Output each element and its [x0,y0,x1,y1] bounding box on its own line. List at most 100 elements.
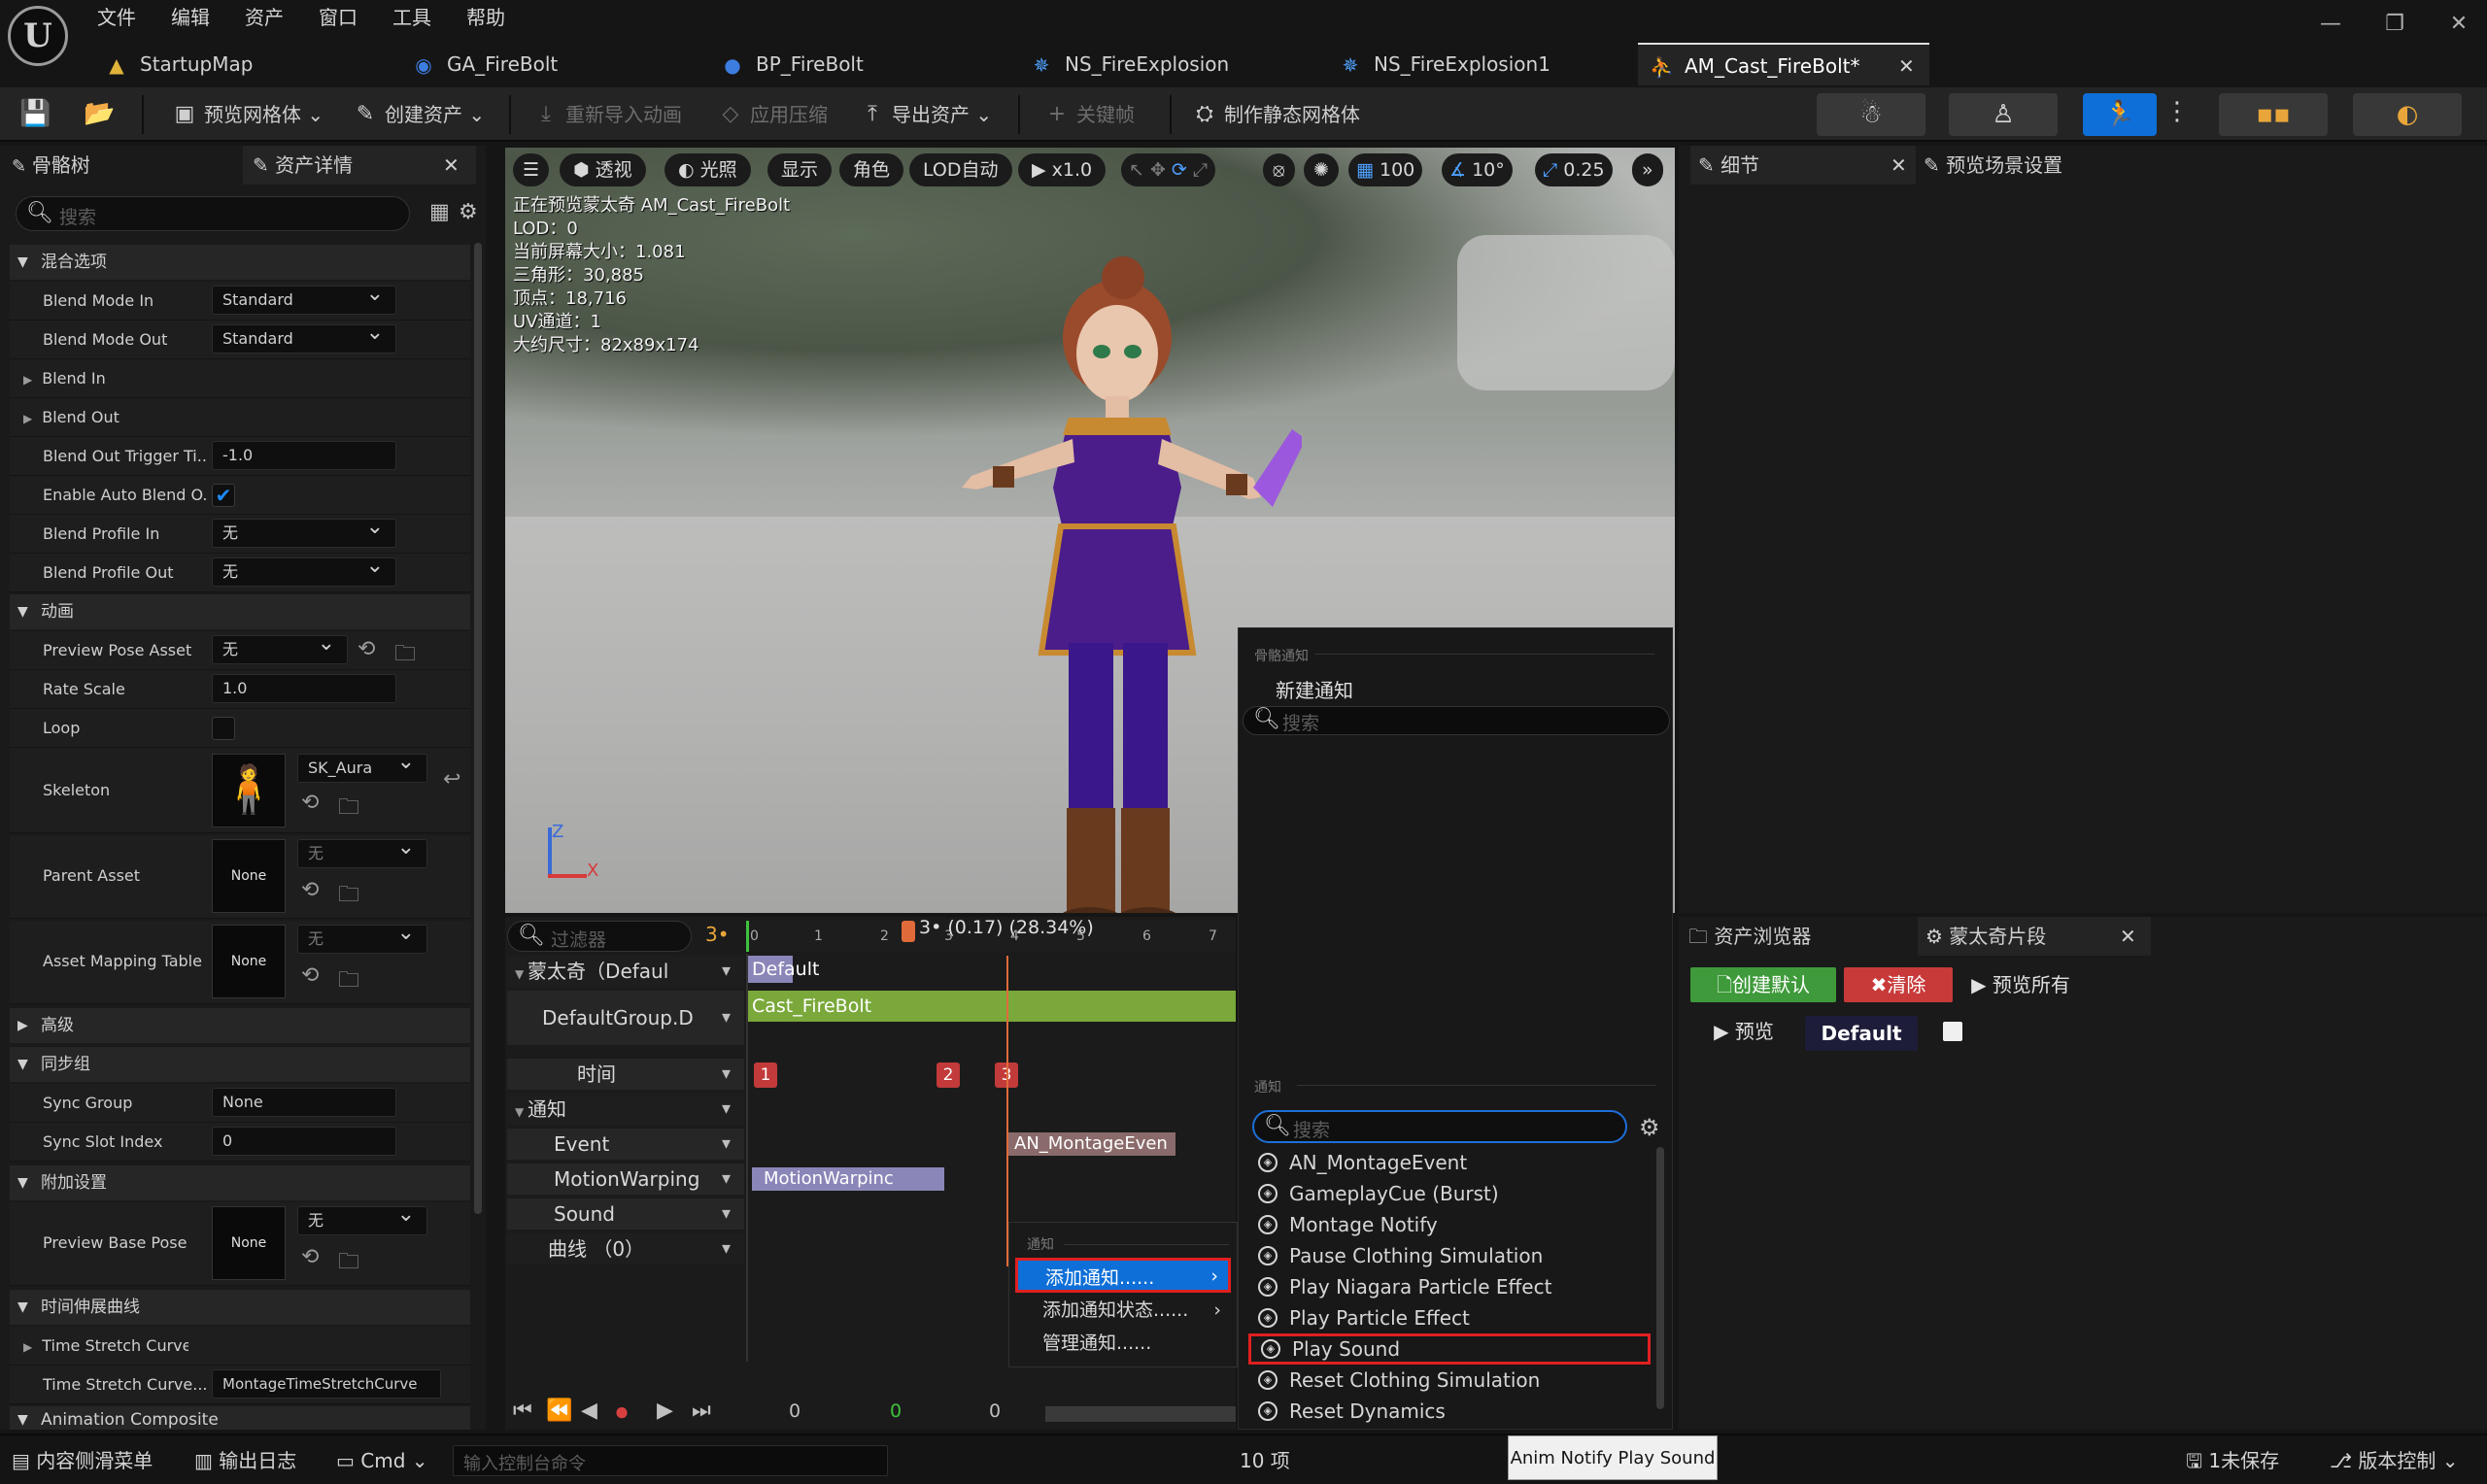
preview-pose-dropdown[interactable]: 无 [212,630,348,664]
menu-tools[interactable]: 工具 [392,0,431,35]
notify-option[interactable]: ◈ Montage Notify [1248,1209,1637,1240]
reimport-button[interactable]: ⤓ 重新导入动画 [523,95,682,134]
notify-option-play-sound[interactable]: ◈ Play Sound [1248,1333,1651,1365]
create-default-button[interactable]: 🗋创建默认 [1690,967,1836,1002]
notify-option[interactable]: ◈ Play Particle Effect [1248,1302,1637,1333]
new-notify-item[interactable]: 新建通知 [1276,675,1353,703]
character-button[interactable]: 角色 [839,153,904,186]
event-track-row[interactable]: Event [507,1129,744,1160]
more-options-icon[interactable]: ⋮ [2164,97,2190,126]
lit-button[interactable]: ◐ 光照 [664,153,751,186]
console-input[interactable]: 输入控制台命令 [453,1445,888,1476]
tab-skeleton-tree[interactable]: ✎ 骨骼树 [12,146,245,185]
surface-snap-icon[interactable]: ⦻ [1263,153,1295,186]
rate-scale-input[interactable]: 1.0 [212,674,396,703]
current-frame[interactable]: 0 [890,1400,902,1422]
blend-profile-out-dropdown[interactable]: 无 [212,553,396,587]
time-row[interactable]: 时间 [507,1059,744,1090]
category-advanced[interactable]: ▶ 高级 [10,1008,470,1043]
close-window-icon[interactable]: ✕ [2444,10,2473,39]
section-marker-1[interactable]: 1 [754,1062,777,1088]
close-panel-icon[interactable]: ✕ [1891,146,1907,185]
notify-option[interactable]: ◈ Reset Clothing Simulation [1248,1365,1637,1396]
category-additional-settings[interactable]: ▼ 附加设置 [10,1165,470,1200]
physics-mode-icon[interactable]: ◐ [2353,93,2462,136]
tab-startupmap[interactable]: ▲ StartupMap [93,43,385,85]
notify-option[interactable]: ◈ Pause Clothing Simulation [1248,1240,1637,1271]
table-view-icon[interactable]: ▦ [429,200,450,224]
cmd-dropdown[interactable]: ▭ Cmd ⌄ [336,1443,428,1478]
gear-icon[interactable]: ⚙ [459,200,478,224]
tab-ns-fireexplosion[interactable]: ✵ NS_FireExplosion [1018,43,1310,85]
tab-ga-firebolt[interactable]: ◉ GA_FireBolt [400,43,692,85]
add-notify-item[interactable]: 添加通知...... › [1015,1258,1231,1293]
category-blend-options[interactable]: ▼ 混合选项 [10,245,470,280]
slot-group-row[interactable]: DefaultGroup.D [507,991,744,1045]
parent-asset-dropdown[interactable]: 无 [297,834,427,868]
tab-montage-sections[interactable]: ⚙ 蒙太奇片段 ✕ [1918,917,2151,956]
gear-icon[interactable]: ⚙ [1639,1114,1660,1141]
notify-event[interactable]: AN_MontageEven [1006,1132,1175,1156]
motionwarping-track-row[interactable]: MotionWarping [507,1164,744,1195]
category-sync-group[interactable]: ▼ 同步组 [10,1047,470,1082]
close-panel-icon[interactable]: ✕ [443,146,460,185]
manage-notifies-item[interactable]: 管理通知...... [1015,1326,1231,1361]
menu-assets[interactable]: 资产 [245,0,284,35]
restore-icon[interactable]: ❐ [2380,10,2409,39]
output-log-button[interactable]: ▥ 输出日志 [194,1443,296,1478]
make-static-mesh-button[interactable]: ⛭ 制作静态网格体 [1181,95,1360,134]
content-drawer-button[interactable]: ▤ 内容侧滑菜单 [12,1443,153,1478]
menu-help[interactable]: 帮助 [466,0,505,35]
skeleton-notify-search[interactable]: 🔍︎ 搜索 [1243,706,1670,735]
skip-start-icon[interactable]: ⏮ [513,1399,532,1423]
skeleton-thumbnail-icon[interactable]: 🧍 [212,754,286,827]
keyframe-button[interactable]: + 关键帧 [1034,95,1135,134]
preview-all-button[interactable]: ▶ 预览所有 [1962,967,2079,1002]
record-icon[interactable]: ⏺ [616,1399,628,1426]
add-track-icon[interactable]: 3• [705,923,730,946]
blend-profile-in-dropdown[interactable]: 无 [212,514,396,548]
start-frame[interactable]: 0 [789,1400,801,1422]
blend-mode-out-dropdown[interactable]: Standard [212,320,396,354]
mesh-mode-icon[interactable]: ♙ [1949,93,2058,136]
category-animation[interactable]: ▼ 动画 [10,594,470,629]
tab-preview-scene[interactable]: ✎ 预览场景设置 [1924,146,2157,185]
montage-segment[interactable]: Cast_FireBolt [748,991,1236,1022]
timeline-filter-input[interactable]: 🔍︎ 过滤器 [507,921,692,952]
row-blend-out[interactable]: Blend Out [10,398,470,437]
details-scrollbar[interactable] [474,243,482,1214]
time-ruler[interactable]: 0 1 2 3 4 5 6 7 3• (0.17) (28.34%) [746,917,1236,952]
sound-track-row[interactable]: Sound [507,1198,744,1230]
animation-mode-icon[interactable]: 🏃 [2083,93,2157,136]
notify-option[interactable]: ◈ GameplayCue (Burst) [1248,1178,1637,1209]
viewport-menu-icon[interactable]: ☰ [513,153,550,186]
play-reverse-icon[interactable]: ◀ [581,1399,597,1423]
use-selected-icon[interactable]: ⟲ [301,1245,319,1269]
notify-option[interactable]: ◈ Reset Dynamics [1248,1396,1637,1425]
row-blend-in[interactable]: Blend In [10,359,470,398]
export-asset-button[interactable]: ⤒ 导出资产 ⌄ [849,95,992,134]
notifies-row[interactable]: ▼ 通知 [507,1094,744,1125]
slot-label[interactable]: Default [748,956,819,983]
details-search[interactable]: 🔍︎ 搜索 [16,196,410,231]
use-selected-icon[interactable]: ⟲ [301,963,319,988]
world-local-icon[interactable]: ✺ [1304,153,1339,186]
skeleton-dropdown[interactable]: SK_Aura [297,749,427,783]
blueprint-mode-icon[interactable]: ▪▪ [2219,93,2328,136]
select-tool-icon[interactable]: ↖ ✥ ⟳ ⤢ [1121,153,1216,186]
notify-option[interactable]: ◈ AN_MontageEvent [1248,1147,1637,1178]
browse-asset-icon[interactable]: 📂 [84,99,115,128]
browse-icon[interactable]: 🗀 [338,791,359,827]
unreal-logo-icon[interactable]: U [8,6,68,66]
expand-toolbar-icon[interactable]: » [1632,153,1663,186]
sync-group-input[interactable]: None [212,1088,396,1117]
end-frame[interactable]: 0 [989,1400,1001,1422]
add-notify-state-item[interactable]: 添加通知状态...... › [1015,1293,1231,1328]
reset-arrow-icon[interactable]: ↩ [443,767,460,792]
browse-icon[interactable]: 🗀 [394,637,416,674]
use-selected-icon[interactable]: ⟲ [301,878,319,902]
category-time-stretch[interactable]: ▼ 时间伸展曲线 [10,1290,470,1325]
lod-auto-button[interactable]: LOD自动 [909,153,1012,186]
preview-section-button[interactable]: ▶ 预览 [1690,1014,1797,1049]
notify-list-scrollbar[interactable] [1656,1147,1664,1409]
